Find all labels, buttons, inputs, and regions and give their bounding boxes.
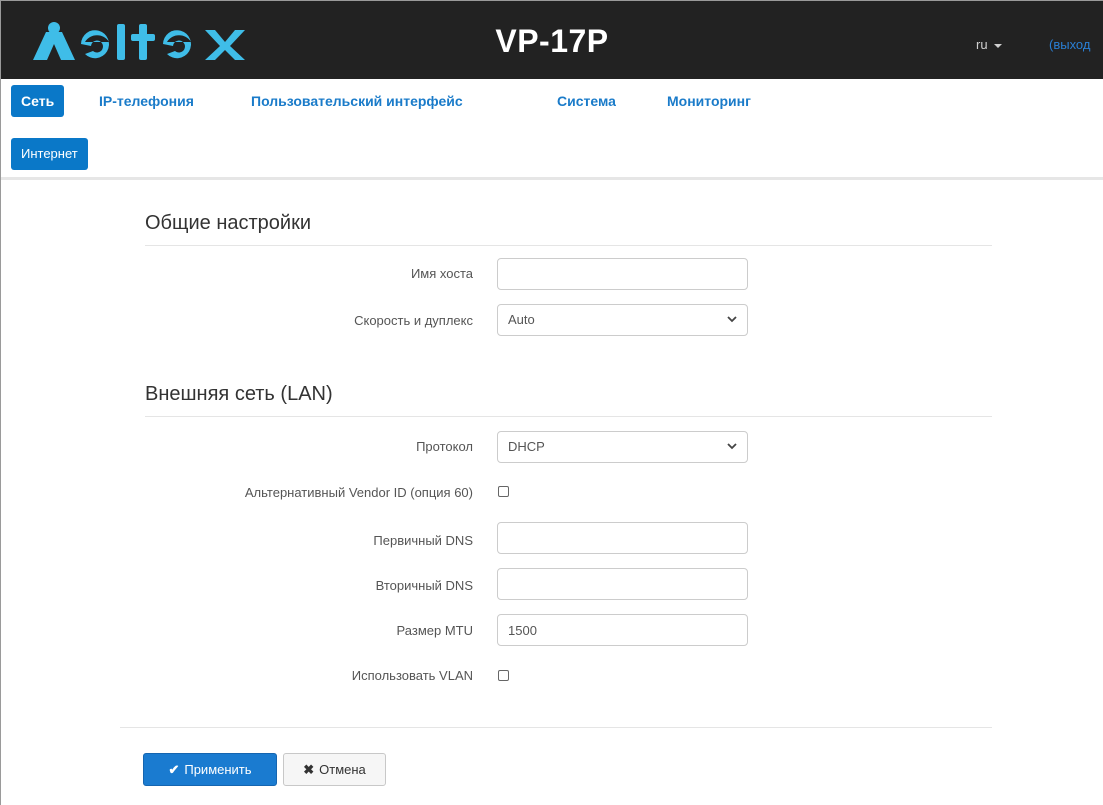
vendor-id-checkbox[interactable] [498, 486, 509, 497]
primary-dns-input[interactable] [497, 522, 748, 554]
section-title-lan: Внешняя сеть (LAN) [145, 383, 333, 405]
protocol-label: Протокол [416, 439, 473, 454]
tab-system[interactable]: Система [557, 85, 616, 117]
tab-monitoring[interactable]: Мониторинг [667, 85, 751, 117]
language-label: ru [976, 37, 988, 52]
speed-duplex-value: Auto [508, 312, 535, 327]
tab-network[interactable]: Сеть [11, 85, 65, 117]
chevron-down-icon [727, 316, 737, 323]
protocol-select[interactable]: DHCP [497, 431, 748, 463]
section-divider [145, 416, 992, 417]
apply-button[interactable]: ✔ Применить [143, 753, 277, 786]
protocol-value: DHCP [508, 439, 545, 454]
form-divider [120, 727, 992, 728]
mtu-label: Размер MTU [396, 623, 473, 638]
language-selector[interactable]: ru [976, 37, 1002, 52]
speed-duplex-select[interactable]: Auto [497, 304, 748, 336]
mtu-input[interactable] [497, 614, 748, 646]
vendor-id-label: Альтернативный Vendor ID (опция 60) [244, 485, 473, 500]
secondary-dns-label: Вторичный DNS [375, 578, 473, 593]
cancel-button[interactable]: ✖ Отмена [283, 753, 386, 786]
chevron-down-icon [727, 443, 737, 450]
eltex-logo[interactable] [33, 22, 263, 62]
hostname-input[interactable] [497, 258, 748, 290]
secondary-dns-input[interactable] [497, 568, 748, 600]
nav-divider [1, 177, 1103, 180]
section-title-general: Общие настройки [145, 212, 311, 234]
section-divider [145, 245, 992, 246]
check-icon: ✔ [168, 762, 180, 777]
primary-dns-label: Первичный DNS [373, 533, 473, 548]
top-bar: VP-17P ru (выход [1, 1, 1103, 79]
caret-down-icon [993, 43, 1002, 48]
logout-link[interactable]: (выход [1049, 37, 1090, 52]
close-icon: ✖ [303, 762, 315, 777]
tab-ip-telephony[interactable]: IP-телефония [99, 85, 194, 117]
apply-label: Применить [184, 762, 252, 777]
vlan-checkbox[interactable] [498, 670, 509, 681]
vlan-label: Использовать VLAN [351, 668, 473, 683]
speed-duplex-label: Скорость и дуплекс [354, 313, 473, 328]
tab-user-interface[interactable]: Пользовательский интерфейс [251, 85, 463, 117]
cancel-label: Отмена [319, 762, 366, 777]
hostname-label: Имя хоста [410, 266, 473, 281]
subtab-internet[interactable]: Интернет [11, 138, 88, 170]
